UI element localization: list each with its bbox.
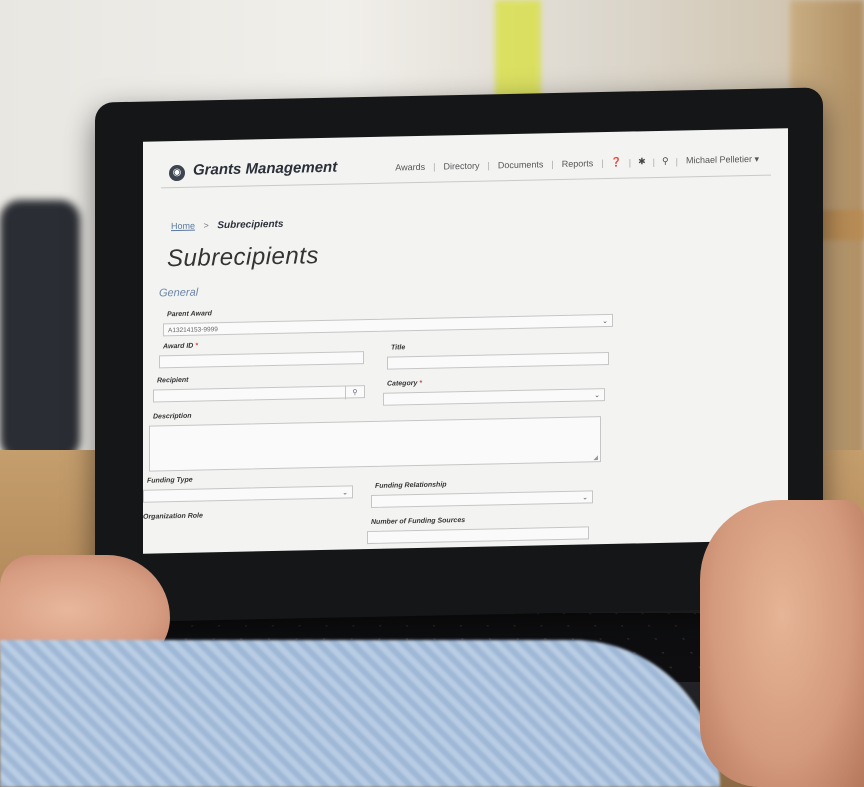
funding-type-select[interactable]: ⌄ xyxy=(143,485,353,503)
chevron-down-icon: ⌄ xyxy=(594,392,600,400)
title-input[interactable] xyxy=(387,351,609,370)
nav-directory[interactable]: Directory xyxy=(435,160,487,171)
award-id-input[interactable] xyxy=(159,351,364,369)
breadcrumb: Home > Subrecipients xyxy=(171,219,283,232)
sleeve xyxy=(0,640,720,787)
top-nav: Awards | Directory | Documents | Reports… xyxy=(387,154,767,173)
description-textarea[interactable]: ◢ xyxy=(149,416,601,472)
app-header: ◉ Grants Management Awards | Directory |… xyxy=(161,146,771,189)
breadcrumb-current: Subrecipients xyxy=(217,218,284,232)
parent-award-value: A13214153-9999 xyxy=(168,326,218,335)
funding-type-label: Funding Type xyxy=(147,476,193,485)
nav-awards[interactable]: Awards xyxy=(387,161,433,172)
parent-award-label: Parent Award xyxy=(167,310,212,319)
category-label: Category * xyxy=(387,379,423,388)
nav-reports[interactable]: Reports xyxy=(554,158,602,169)
description-label: Description xyxy=(153,412,192,421)
funding-relationship-select[interactable]: ⌄ xyxy=(371,490,593,508)
nav-documents[interactable]: Documents xyxy=(490,159,552,170)
chevron-down-icon: ⌄ xyxy=(602,318,608,326)
chevron-down-icon: ⌄ xyxy=(342,489,348,497)
breadcrumb-separator: > xyxy=(203,220,209,231)
right-hand xyxy=(700,500,864,787)
award-id-label: Award ID * xyxy=(163,342,199,351)
search-icon[interactable]: ⚲ xyxy=(655,156,676,167)
breadcrumb-home[interactable]: Home xyxy=(171,221,195,232)
recipient-input[interactable]: ⚲ xyxy=(153,385,365,403)
recipient-search-icon[interactable]: ⚲ xyxy=(345,386,364,400)
user-menu[interactable]: Michael Pelletier ▾ xyxy=(678,154,767,167)
background-chair xyxy=(0,200,80,460)
category-select[interactable]: ⌄ xyxy=(383,388,605,406)
title-label: Title xyxy=(391,344,406,352)
parent-award-select[interactable]: A13214153-9999 ⌄ xyxy=(163,313,613,337)
organization-role-label: Organization Role xyxy=(143,512,203,521)
resize-handle-icon[interactable]: ◢ xyxy=(593,454,598,461)
laptop-screen: ◉ Grants Management Awards | Directory |… xyxy=(143,128,788,554)
funding-relationship-label: Funding Relationship xyxy=(375,481,447,490)
recipient-label: Recipient xyxy=(157,376,189,385)
chevron-down-icon: ⌄ xyxy=(582,494,588,502)
gear-icon[interactable]: ✱ xyxy=(631,156,653,167)
number-of-funding-sources-label: Number of Funding Sources xyxy=(371,517,466,526)
section-title: General xyxy=(159,286,199,300)
number-of-funding-sources-input[interactable] xyxy=(367,526,589,545)
app-logo-icon: ◉ xyxy=(169,164,185,182)
app-title: Grants Management xyxy=(193,158,338,179)
page-title: Subrecipients xyxy=(167,242,319,273)
help-icon[interactable]: ❓ xyxy=(604,157,629,169)
